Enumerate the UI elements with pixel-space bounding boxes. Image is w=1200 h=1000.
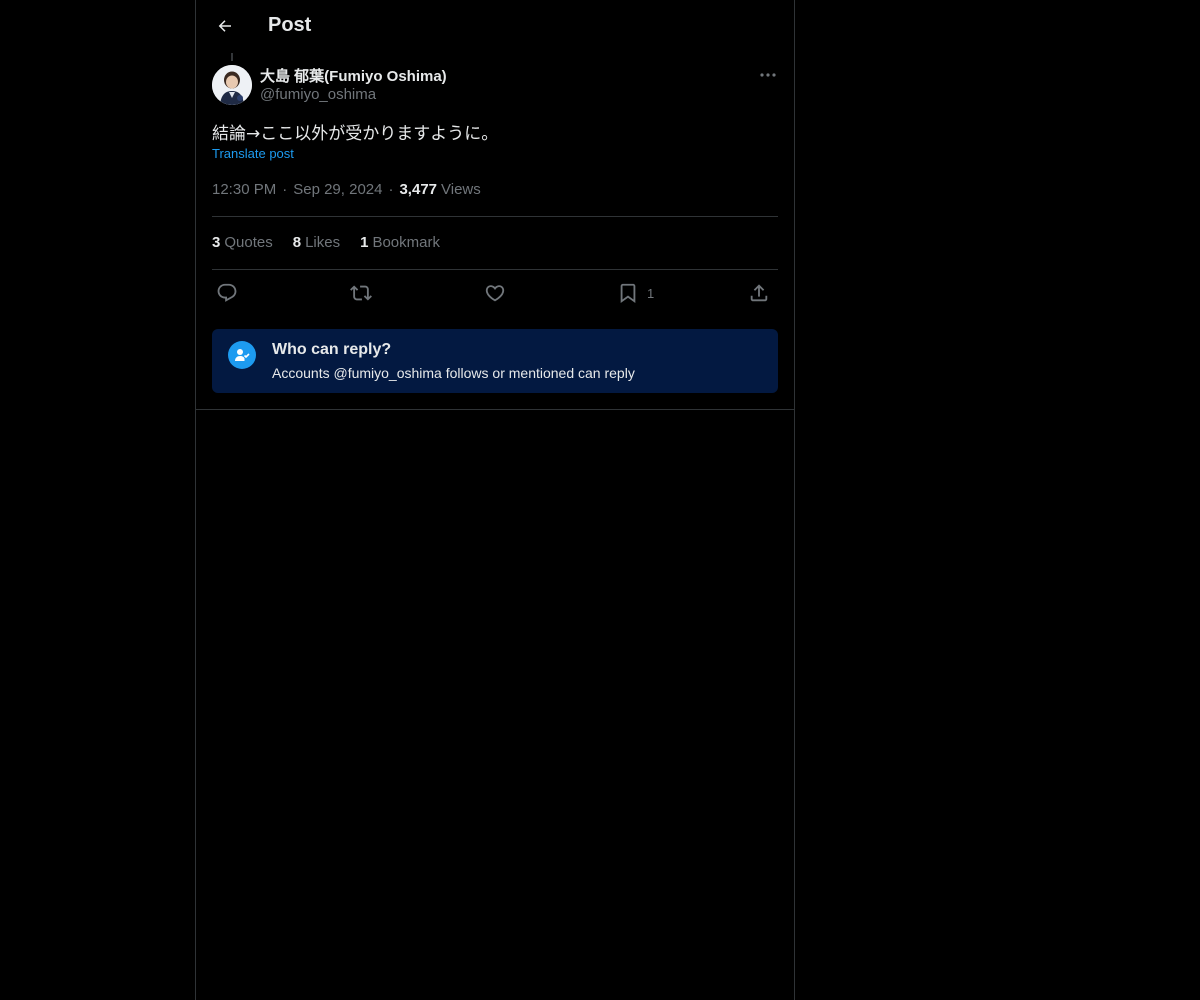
author-handle[interactable]: @fumiyo_oshima	[260, 86, 376, 103]
more-dots-icon	[760, 73, 776, 77]
views-count: 3,477	[399, 181, 438, 198]
reply-button[interactable]	[216, 280, 238, 306]
post-column: Post 大島 郁葉(Fumiyo Oshima) @fumiyo_oshima…	[195, 0, 795, 1000]
bookmark-icon	[620, 283, 636, 304]
quotes-count: 3	[212, 234, 221, 251]
avatar[interactable]	[212, 65, 252, 105]
bookmarks-stat[interactable]: 1 Bookmark	[360, 234, 440, 251]
likes-count: 8	[292, 234, 302, 251]
share-icon	[750, 284, 768, 302]
meta-separator: ·	[388, 181, 394, 198]
post-time[interactable]: 12:30 PM	[212, 181, 276, 198]
divider	[212, 216, 778, 217]
user-check-icon	[228, 341, 256, 369]
page-header: Post	[196, 0, 794, 53]
bookmark-button[interactable]: 1	[617, 280, 654, 306]
page-title: Post	[268, 14, 312, 36]
post-stats: 3 Quotes 8 Likes 1 Bookmark	[212, 234, 440, 251]
arrow-left-icon	[218, 20, 231, 32]
divider	[212, 269, 778, 270]
quotes-label: Quotes	[224, 234, 273, 251]
share-button[interactable]	[748, 280, 770, 306]
reply-icon	[217, 283, 237, 302]
bookmarks-label: Bookmark	[372, 234, 440, 251]
back-button[interactable]	[208, 9, 242, 43]
translate-post-link[interactable]: Translate post	[212, 146, 294, 161]
quotes-stat[interactable]: 3 Quotes	[212, 234, 273, 251]
author-display-name[interactable]: 大島 郁葉(Fumiyo Oshima)	[260, 65, 447, 86]
divider	[196, 409, 794, 410]
heart-icon	[485, 285, 505, 302]
like-button[interactable]	[484, 280, 506, 306]
reply-restriction-title: Who can reply?	[272, 341, 392, 358]
post-text: 結論→ここ以外が受かりますように。	[212, 124, 499, 144]
bookmark-count: 1	[647, 285, 655, 301]
more-options-button[interactable]	[756, 64, 780, 86]
likes-stat[interactable]: 8 Likes	[293, 234, 340, 251]
reply-restriction-subtitle: Accounts @fumiyo_oshima follows or menti…	[272, 365, 635, 381]
thread-connector-line	[231, 53, 233, 61]
repost-icon	[350, 285, 372, 301]
post-date[interactable]: Sep 29, 2024	[293, 181, 382, 198]
meta-separator: ·	[282, 181, 288, 198]
post-actions-bar: 1	[212, 280, 778, 308]
likes-label: Likes	[305, 234, 341, 251]
views-label: Views	[441, 181, 481, 198]
reply-restriction-notice: Who can reply? Accounts @fumiyo_oshima f…	[212, 329, 778, 393]
bookmarks-count: 1	[360, 234, 369, 251]
avatar-image	[212, 65, 252, 105]
repost-button[interactable]	[350, 280, 372, 306]
post-meta: 12:30 PM · Sep 29, 2024 · 3,477 Views	[212, 181, 481, 198]
